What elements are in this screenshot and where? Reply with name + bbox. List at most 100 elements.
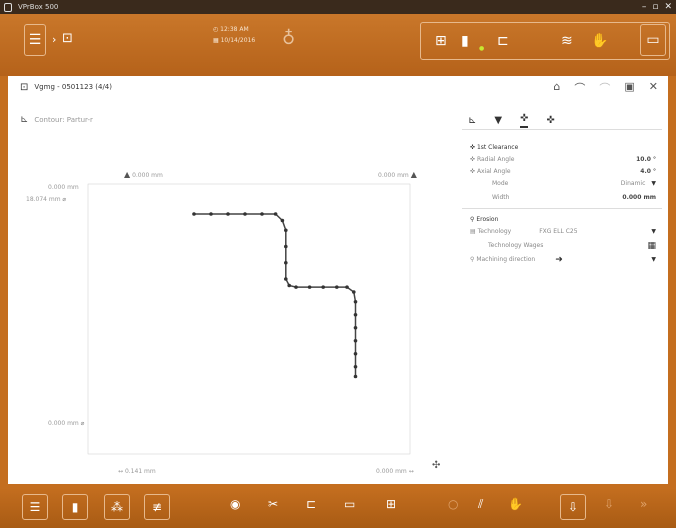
date-label: 10/14/2016: [220, 37, 256, 44]
technology-label: Technology: [477, 228, 512, 235]
radial-angle-value[interactable]: 10.0 °: [636, 156, 656, 163]
circle-icon: ○: [448, 497, 459, 511]
machining-direction-row[interactable]: ⚲ Machining direction ➜ ▼: [470, 254, 656, 265]
chevron-down-icon[interactable]: ▼: [651, 256, 656, 263]
section-erosion-title: Erosion: [476, 216, 499, 223]
tab-profile[interactable]: ▼: [494, 115, 502, 126]
main-content: ⊡ Vgmg - 0501123 (4/4) ⌂ ⌒ ⌒ ▣ ✕ ⊾ Contou…: [8, 76, 668, 484]
document-edit-icon[interactable]: ⊡: [62, 31, 73, 46]
technology-wages-row[interactable]: Technology Wages ▦: [470, 240, 656, 251]
contour-point: [284, 277, 288, 281]
width-row[interactable]: Width 0.000 mm: [470, 192, 656, 203]
clock: ◴ 12:38 AM ▦ 10/14/2016: [213, 24, 255, 46]
technology-select[interactable]: FXG ELL C25: [539, 228, 577, 235]
close-icon[interactable]: ✕: [664, 2, 672, 12]
radial-angle-icon: ✜: [470, 156, 477, 163]
page-title: Vgmg - 0501123 (4/4): [34, 83, 112, 91]
home-icon[interactable]: ⌂: [553, 80, 560, 96]
wire-icon[interactable]: ≋: [561, 33, 573, 49]
tool-icon[interactable]: ⊏: [306, 497, 316, 511]
contour-point: [192, 212, 196, 216]
close-icon[interactable]: ✕: [649, 80, 658, 96]
door-icon[interactable]: ▮: [461, 33, 469, 49]
properties-tabs: ⊾ ▼ ✜ ✜: [462, 112, 662, 130]
transform-disabled-icon: ⌒: [599, 82, 611, 95]
contour-point: [353, 312, 358, 317]
contour-point: [345, 285, 349, 289]
ruler-icon[interactable]: ▭: [344, 497, 355, 511]
transform-icon[interactable]: ⌒: [574, 80, 585, 96]
menu-button[interactable]: ☰: [24, 24, 46, 56]
technology-button[interactable]: ≢: [144, 494, 170, 520]
minimize-icon[interactable]: –: [642, 2, 647, 12]
arrow-right-icon: ➜: [555, 254, 563, 265]
maximize-icon[interactable]: ▫: [652, 2, 658, 12]
machine-toolbar-group: ⊞ ▮ ● ⊏ ≋ ✋: [420, 22, 670, 60]
technology-row[interactable]: ▤ Technology FXG ELL C25 ▼: [470, 226, 656, 237]
scissors-icon[interactable]: ✂: [268, 497, 278, 511]
contour-path: [194, 213, 357, 377]
window-titlebar: VPrBox 500 – ▫ ✕: [0, 0, 676, 14]
machine-setup-icon[interactable]: ⊞: [386, 497, 396, 511]
width-value[interactable]: 0.000 mm: [622, 194, 656, 201]
mode-select[interactable]: Dinamic: [621, 180, 646, 187]
tool-icon[interactable]: ⊏: [497, 33, 509, 49]
hand-icon[interactable]: ✋: [508, 497, 523, 511]
contour-selector[interactable]: ⊾ Contour: Partur-r: [20, 114, 93, 125]
hand-icon[interactable]: ✋: [591, 33, 608, 49]
contour-point: [260, 212, 264, 216]
chat-icon: ▭: [646, 32, 660, 48]
download-button[interactable]: ⇩: [560, 494, 586, 520]
chat-button[interactable]: ▭: [640, 24, 666, 56]
width-label: Width: [492, 194, 510, 201]
divider: [462, 208, 662, 209]
contour-point: [353, 299, 358, 304]
axial-angle-row[interactable]: ✜ Axial Angle 4.0 °: [470, 166, 656, 177]
list-button[interactable]: ☰: [22, 494, 48, 520]
radial-angle-row[interactable]: ✜ Radial Angle 10.0 °: [470, 154, 656, 165]
contour-point: [284, 244, 288, 249]
save-icon[interactable]: ▣: [624, 80, 634, 96]
chevron-down-icon[interactable]: ▼: [651, 180, 656, 187]
time-label: 12:38 AM: [220, 26, 249, 33]
tab-clearance[interactable]: ✜: [520, 113, 529, 128]
contour-label: Contour: Partur-r: [34, 116, 93, 124]
tab-erosion[interactable]: ✜: [546, 115, 554, 126]
mode-row[interactable]: Mode Dinamic ▼: [470, 178, 656, 189]
menu-icon: ☰: [28, 32, 42, 48]
wire-icon[interactable]: ⫽: [478, 497, 483, 512]
mode-label: Mode: [492, 180, 509, 187]
contour-point: [353, 338, 358, 343]
next-disabled-icon: »: [640, 497, 648, 511]
header-actions: ⌂ ⌒ ⌒ ▣ ✕: [553, 80, 658, 96]
plot-frame: [87, 183, 411, 455]
contour-point: [353, 374, 358, 379]
technology-icon: ≢: [151, 500, 163, 514]
tab-contour[interactable]: ⊾: [468, 115, 476, 126]
nodes-button[interactable]: ⁂: [104, 494, 130, 520]
machine-setup-icon[interactable]: ⊞: [435, 33, 447, 49]
document-edit-icon: ⊡: [20, 81, 29, 93]
compass-icon[interactable]: ✣: [432, 460, 440, 471]
edit-icon[interactable]: ▦: [647, 241, 656, 251]
user-icon[interactable]: ♁: [282, 28, 304, 50]
axial-angle-value[interactable]: 4.0 °: [640, 168, 656, 175]
contour-point: [294, 285, 298, 289]
properties-panel: ⊾ ▼ ✜ ✜ ✜ 1st Clearance ✜ Radial Angle 1…: [462, 112, 662, 372]
bottom-toolbar: ☰ ▮ ⁂ ≢ ◉ ✂ ⊏ ▭ ⊞ ○ ⫽ ✋ ⇩ ⇩ »: [0, 488, 676, 528]
download-icon: ⇩: [567, 500, 579, 514]
section-first-clearance: ✜ 1st Clearance: [470, 142, 656, 153]
breadcrumb-chevron-icon: ›: [52, 33, 57, 46]
chevron-down-icon[interactable]: ▼: [651, 228, 656, 235]
contour-point: [353, 364, 358, 369]
door-button[interactable]: ▮: [62, 494, 88, 520]
contour-point: [273, 212, 278, 216]
probe-icon[interactable]: ◉: [230, 497, 240, 511]
section-first-clearance-title: 1st Clearance: [476, 144, 519, 151]
technology-icon: ▤: [470, 228, 478, 235]
contour-point: [335, 285, 339, 289]
nodes-icon: ⁂: [111, 500, 123, 514]
contour-point: [209, 212, 213, 216]
contour-point: [287, 283, 291, 288]
contour-point: [226, 212, 230, 216]
